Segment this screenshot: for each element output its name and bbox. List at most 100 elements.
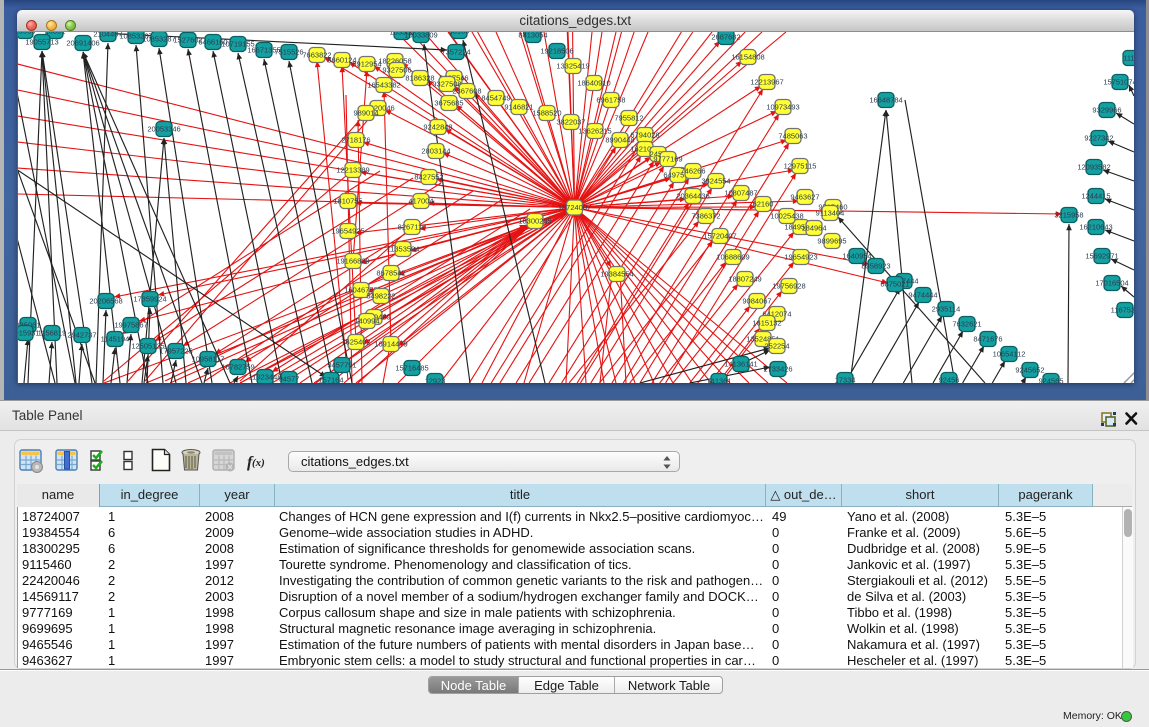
svg-text:8912954: 8912954 [352, 60, 381, 69]
svg-text:141361: 141361 [706, 377, 731, 384]
svg-text:19055: 19055 [18, 32, 36, 36]
svg-text:5498222: 5498222 [366, 292, 395, 301]
svg-text:3824554: 3824554 [701, 177, 730, 186]
svg-text:1244415: 1244415 [1081, 192, 1110, 201]
svg-text:20053346: 20053346 [147, 125, 180, 134]
svg-text:2367608: 2367608 [452, 87, 481, 96]
svg-text:15720407: 15720407 [703, 232, 736, 241]
svg-text:17334: 17334 [835, 376, 856, 384]
svg-text:9245652: 9245652 [1015, 366, 1044, 375]
svg-text:1145194: 1145194 [101, 335, 130, 344]
svg-text:1615132: 1615132 [752, 319, 781, 328]
svg-text:2104407: 2104407 [93, 32, 122, 39]
svg-text:1640954: 1640954 [842, 252, 871, 261]
svg-text:1117: 1117 [1123, 54, 1133, 63]
svg-text:16210643: 16210643 [1079, 223, 1112, 232]
svg-text:8427552: 8427552 [414, 173, 443, 182]
svg-text:8813054: 8813054 [518, 32, 547, 40]
svg-text:19654925: 19654925 [331, 227, 364, 236]
svg-text:140994: 140994 [354, 317, 379, 326]
svg-text:17359924: 17359924 [133, 295, 166, 304]
svg-text:6961758: 6961758 [596, 96, 625, 105]
svg-text:1733426: 1733426 [763, 365, 792, 374]
svg-text:9474444: 9474444 [908, 291, 937, 300]
svg-text:9899695: 9899695 [817, 237, 846, 246]
svg-text:14136141: 14136141 [724, 360, 757, 369]
svg-text:2942737: 2942737 [67, 331, 96, 340]
svg-text:3822037: 3822037 [556, 118, 585, 127]
svg-text:10688609: 10688609 [716, 253, 749, 262]
svg-text:20206568: 20206568 [89, 297, 122, 306]
svg-text:9329966: 9329966 [1092, 106, 1121, 115]
svg-text:9227342: 9227342 [1084, 134, 1113, 143]
svg-text:1156819: 1156819 [38, 329, 67, 338]
svg-text:13626215: 13626215 [578, 127, 611, 136]
svg-text:989014: 989014 [353, 109, 378, 118]
svg-text:16154808: 16154808 [731, 53, 764, 62]
svg-text:15692971: 15692971 [1085, 252, 1118, 261]
svg-text:252254: 252254 [764, 342, 789, 351]
svg-text:8186328: 8186328 [405, 74, 434, 83]
svg-text:11353594: 11353594 [387, 245, 420, 254]
svg-text:18640910: 18640910 [577, 79, 610, 88]
svg-text:20364436: 20364436 [676, 192, 709, 201]
svg-text:3675685: 3675685 [434, 99, 463, 108]
svg-text:16648784: 16648784 [869, 96, 902, 105]
svg-text:12093582: 12093582 [1077, 163, 1110, 172]
svg-text:2935114: 2935114 [932, 305, 961, 314]
svg-text:8471676: 8471676 [973, 335, 1002, 344]
svg-text:1588520: 1588520 [532, 109, 561, 118]
svg-text:157164: 157164 [318, 376, 343, 384]
svg-text:19756928: 19756928 [772, 282, 805, 291]
svg-text:7515526: 7515526 [274, 48, 303, 57]
svg-text:7955812: 7955812 [614, 114, 643, 123]
svg-text:12213967: 12213967 [750, 78, 783, 87]
svg-text:7632621: 7632621 [952, 320, 981, 329]
svg-text:2718176: 2718176 [341, 136, 370, 145]
svg-text:15751074: 15751074 [1103, 78, 1133, 87]
svg-text:12213389: 12213389 [336, 166, 369, 175]
svg-text:16033809: 16033809 [404, 32, 437, 40]
svg-text:6794028: 6794028 [630, 131, 659, 140]
svg-text:92456: 92456 [939, 376, 960, 384]
svg-text:19218506: 19218506 [540, 47, 573, 56]
svg-text:2803144: 2803144 [421, 147, 450, 156]
svg-text:88130: 88130 [449, 32, 470, 36]
svg-text:19975867: 19975867 [114, 321, 147, 330]
svg-text:9084067: 9084067 [742, 297, 771, 306]
svg-text:9242848: 9242848 [423, 123, 452, 132]
svg-text:9777169: 9777169 [653, 155, 682, 164]
svg-text:15716485: 15716485 [395, 364, 428, 373]
svg-text:8454749: 8454749 [481, 94, 510, 103]
svg-text:746266: 746266 [680, 167, 705, 176]
svg-text:10807487: 10807487 [724, 189, 757, 198]
svg-text:17957225: 17957225 [159, 347, 192, 356]
svg-text:8678542: 8678542 [376, 269, 405, 278]
svg-text:(x): (x) [252, 457, 265, 469]
svg-text:8958923: 8958923 [861, 262, 890, 271]
svg-text:10025438: 10025438 [770, 212, 803, 221]
svg-text:13325419: 13325419 [556, 62, 589, 71]
svg-text:9146821: 9146821 [504, 103, 533, 112]
svg-text:7357224: 7357224 [441, 48, 470, 57]
svg-text:3915931: 3915931 [18, 329, 40, 338]
svg-text:10654112: 10654112 [993, 350, 1026, 359]
svg-text:19166829: 19166829 [336, 257, 369, 266]
svg-text:18724007: 18724007 [558, 203, 591, 212]
svg-text:9463627: 9463627 [790, 193, 819, 202]
svg-text:18300295: 18300295 [518, 217, 551, 226]
svg-text:8267110: 8267110 [398, 223, 427, 232]
svg-text:3215958: 3215958 [1054, 211, 1083, 220]
svg-text:19055713: 19055713 [25, 38, 58, 47]
svg-text:16914479: 16914479 [374, 340, 407, 349]
svg-text:11923448: 11923448 [249, 373, 282, 382]
svg-text:2687682: 2687682 [711, 33, 740, 42]
svg-text:62160: 62160 [753, 200, 774, 209]
svg-text:20691406: 20691406 [66, 39, 99, 48]
svg-text:10958117: 10958117 [192, 355, 225, 364]
svg-text:12975115: 12975115 [784, 162, 817, 171]
svg-text:16543382: 16543382 [367, 81, 400, 90]
svg-text:184964: 184964 [801, 224, 826, 233]
svg-text:94577: 94577 [279, 375, 300, 384]
svg-text:1810755: 1810755 [333, 197, 362, 206]
